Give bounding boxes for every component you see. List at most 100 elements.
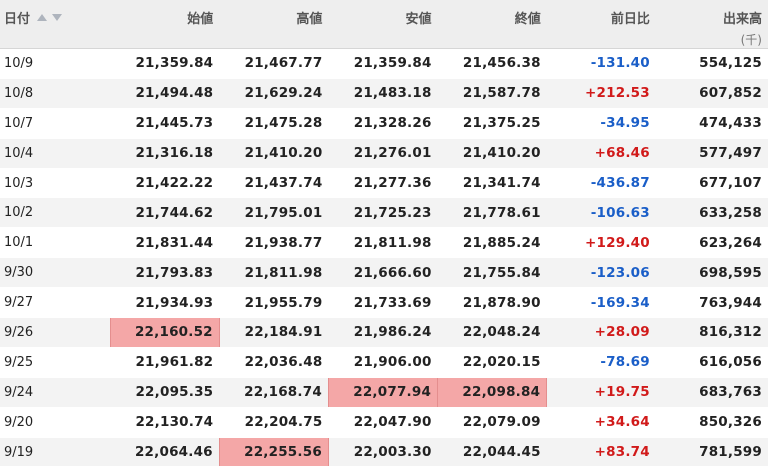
table-row: 9/20 22,130.74 22,204.75 22,047.90 22,07… (0, 407, 768, 438)
sort-asc-icon[interactable] (37, 14, 48, 21)
date-header-label: 日付 (4, 12, 31, 27)
cell-open: 22,130.74 (110, 407, 220, 438)
table-row: 9/26 22,160.52 22,184.91 21,986.24 22,04… (0, 317, 768, 348)
cell-volume: 474,433 (655, 108, 768, 139)
column-header-high: 高値 (219, 0, 329, 49)
table-row: 10/2 21,744.62 21,795.01 21,725.23 21,77… (0, 197, 768, 229)
cell-close: 21,878.90 (437, 287, 547, 319)
cell-close: 22,044.45 (437, 437, 547, 467)
cell-change: +28.09 (546, 317, 656, 348)
cell-volume: 763,944 (655, 287, 768, 319)
cell-close: 21,778.61 (437, 197, 547, 229)
change-header-label: 前日比 (610, 12, 650, 27)
cell-low: 21,483.18 (328, 78, 438, 109)
cell-volume: 554,125 (655, 48, 768, 79)
cell-volume: 607,852 (655, 78, 768, 109)
cell-open: 21,961.82 (110, 347, 220, 378)
column-header-low: 安値 (328, 0, 438, 49)
cell-open: 21,422.22 (110, 168, 220, 199)
cell-open: 21,316.18 (110, 138, 220, 169)
table-row: 9/25 21,961.82 22,036.48 21,906.00 22,02… (0, 347, 768, 378)
cell-close: 21,885.24 (437, 227, 547, 259)
cell-low: 21,276.01 (328, 138, 438, 169)
cell-change: +83.74 (546, 437, 656, 467)
cell-date: 10/4 (0, 138, 111, 169)
cell-close: 21,341.74 (437, 168, 547, 199)
cell-date: 10/7 (0, 108, 111, 139)
cell-date: 10/2 (0, 197, 111, 229)
column-header-date[interactable]: 日付 (0, 0, 111, 49)
cell-change: -169.34 (546, 287, 656, 319)
cell-date: 9/19 (0, 437, 111, 467)
table-row: 10/9 21,359.84 21,467.77 21,359.84 21,45… (0, 48, 768, 79)
cell-close-highlighted: 22,098.84 (437, 377, 548, 408)
cell-open-highlighted: 22,160.52 (109, 317, 220, 348)
cell-close: 21,755.84 (437, 257, 547, 289)
cell-close: 21,456.38 (437, 48, 547, 79)
cell-high: 22,184.91 (219, 317, 329, 348)
cell-volume: 816,312 (655, 317, 768, 348)
sort-desc-icon[interactable] (52, 14, 63, 21)
cell-high: 22,204.75 (219, 407, 329, 438)
cell-volume: 683,763 (655, 377, 768, 408)
table-row: 9/19 22,064.46 22,255.56 22,003.30 22,04… (0, 437, 768, 467)
table-row: 10/8 21,494.48 21,629.24 21,483.18 21,58… (0, 78, 768, 109)
cell-low: 21,733.69 (328, 287, 438, 319)
cell-high: 21,811.98 (219, 257, 329, 289)
cell-open: 22,095.35 (110, 377, 220, 408)
cell-low: 21,666.60 (328, 257, 438, 289)
open-header-label: 始値 (187, 12, 214, 27)
column-header-open: 始値 (110, 0, 220, 49)
cell-change: +34.64 (546, 407, 656, 438)
cell-volume: 633,258 (655, 197, 768, 229)
cell-high: 21,795.01 (219, 197, 329, 229)
cell-change: -34.95 (546, 108, 656, 139)
cell-low: 21,725.23 (328, 197, 438, 229)
cell-change: +68.46 (546, 138, 656, 169)
table-row: 10/4 21,316.18 21,410.20 21,276.01 21,41… (0, 138, 768, 169)
table-row: 9/30 21,793.83 21,811.98 21,666.60 21,75… (0, 257, 768, 289)
cell-change: +19.75 (546, 377, 656, 408)
cell-open: 22,064.46 (110, 437, 220, 467)
table-body: 10/9 21,359.84 21,467.77 21,359.84 21,45… (0, 48, 768, 467)
cell-volume: 698,595 (655, 257, 768, 289)
cell-change: +129.40 (546, 227, 656, 259)
table-row: 10/3 21,422.22 21,437.74 21,277.36 21,34… (0, 168, 768, 199)
table-row: 9/24 22,095.35 22,168.74 22,077.94 22,09… (0, 377, 768, 408)
table-row: 9/27 21,934.93 21,955.79 21,733.69 21,87… (0, 287, 768, 319)
cell-low: 21,277.36 (328, 168, 438, 199)
cell-open: 21,934.93 (110, 287, 220, 319)
cell-high: 21,938.77 (219, 227, 329, 259)
cell-date: 9/27 (0, 287, 111, 319)
cell-high: 22,168.74 (219, 377, 329, 408)
cell-low: 21,328.26 (328, 108, 438, 139)
table-row: 10/7 21,445.73 21,475.28 21,328.26 21,37… (0, 108, 768, 139)
high-header-label: 高値 (296, 12, 323, 27)
cell-high: 21,467.77 (219, 48, 329, 79)
cell-date: 9/24 (0, 377, 111, 408)
price-history-table: 日付 始値 高値 安値 終値 前日比 出来高 (千) 10/9 21,359.8… (0, 0, 768, 467)
cell-date: 10/8 (0, 78, 111, 109)
cell-close: 21,410.20 (437, 138, 547, 169)
cell-low: 21,359.84 (328, 48, 438, 79)
cell-close: 22,079.09 (437, 407, 547, 438)
cell-open: 21,793.83 (110, 257, 220, 289)
cell-date: 10/1 (0, 227, 111, 259)
cell-change: -106.63 (546, 197, 656, 229)
cell-high: 21,629.24 (219, 78, 329, 109)
volume-unit-label: (千) (740, 33, 762, 47)
column-header-change: 前日比 (546, 0, 656, 49)
cell-volume: 623,264 (655, 227, 768, 259)
cell-volume: 781,599 (655, 437, 768, 467)
cell-date: 9/30 (0, 257, 111, 289)
cell-volume: 577,497 (655, 138, 768, 169)
cell-high: 21,410.20 (219, 138, 329, 169)
cell-open: 21,359.84 (110, 48, 220, 79)
cell-date: 9/20 (0, 407, 111, 438)
table-header: 日付 始値 高値 安値 終値 前日比 出来高 (千) (0, 0, 768, 49)
cell-change: +212.53 (546, 78, 656, 109)
cell-high: 21,955.79 (219, 287, 329, 319)
column-header-close: 終値 (437, 0, 547, 49)
cell-low: 22,003.30 (328, 437, 438, 467)
cell-low: 22,047.90 (328, 407, 438, 438)
